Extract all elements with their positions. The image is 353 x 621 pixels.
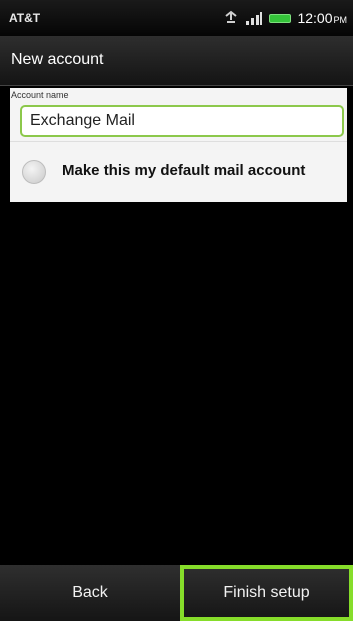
clock-time: 12:00 [297,10,333,26]
default-account-label: Make this my default mail account [62,162,306,179]
clock-suffix: PM [333,15,348,25]
account-form: Account name Make this my default mail a… [10,88,347,202]
page-title: New account [11,51,104,68]
battery-icon [269,13,292,23]
finish-setup-button[interactable]: Finish setup [180,565,353,621]
data-sync-icon [225,10,238,23]
carrier-name: AT&T [9,11,41,25]
default-account-checkbox[interactable] [22,160,46,184]
account-name-input[interactable] [20,105,344,137]
default-account-row[interactable]: Make this my default mail account [10,142,347,202]
signal-bars-icon [246,12,263,25]
title-bar: New account [0,36,353,86]
back-button[interactable]: Back [0,565,180,621]
clock: 12:00PM [297,10,347,26]
status-bar: AT&T 12:00PM [0,0,353,36]
status-icons: 12:00PM [223,9,347,27]
bottom-action-bar: Back Finish setup [0,565,353,621]
account-name-label: Account name [11,90,69,100]
